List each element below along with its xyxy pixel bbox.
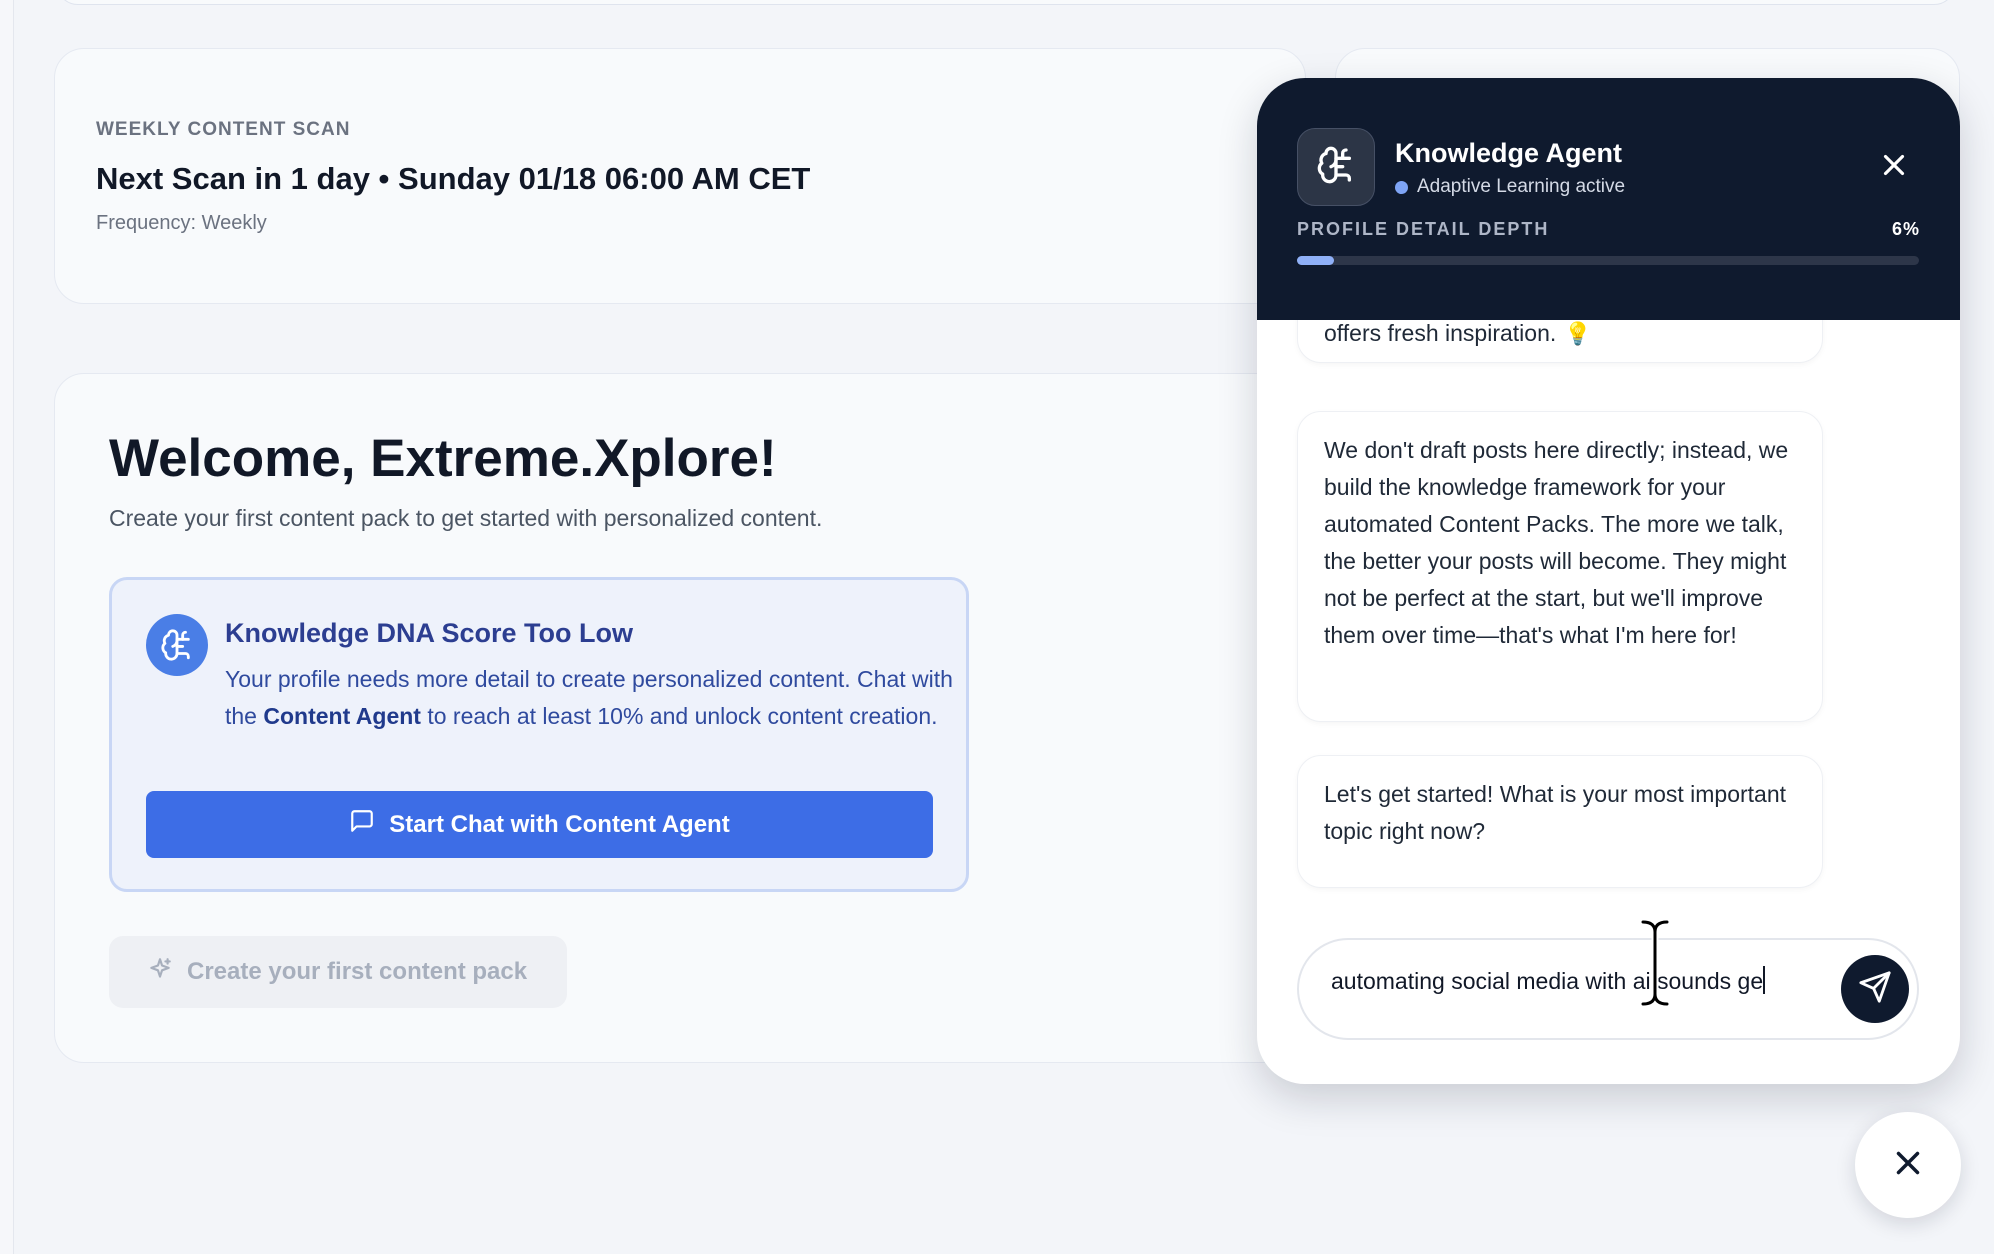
chat-input-field[interactable]: automating social media with ai sounds g… [1297,938,1919,1040]
chat-header: Knowledge Agent Adaptive Learning active… [1257,78,1960,320]
welcome-subtitle: Create your first content pack to get st… [109,505,823,531]
chat-message-text: offers fresh inspiration. [1324,320,1557,346]
scan-label: WEEKLY CONTENT SCAN [96,119,351,140]
agent-status: Adaptive Learning active [1395,176,1625,198]
create-content-pack-button[interactable]: Create your first content pack [109,936,567,1008]
welcome-card: Welcome, Extreme.Xplore! Create your fir… [54,373,1306,1063]
profile-depth-progress [1297,256,1919,265]
profile-depth-fill [1297,256,1335,265]
dna-text-part2: to reach at least 10% and unlock content… [420,703,938,729]
agent-name: Knowledge Agent [1395,138,1622,168]
sidebar-edge [0,0,14,1254]
start-chat-button[interactable]: Start Chat with Content Agent [146,791,933,858]
agent-avatar [1297,128,1375,206]
chat-message-text: We don't draft posts here directly; inst… [1324,437,1789,648]
close-chat-fab[interactable] [1855,1112,1961,1218]
brain-icon [146,614,208,676]
chat-input-text[interactable]: automating social media with ai sounds g… [1331,964,1811,998]
text-cursor-icon [1637,918,1673,1008]
status-dot-icon [1395,180,1408,194]
dna-alert-title: Knowledge DNA Score Too Low [225,618,634,648]
close-icon[interactable] [1877,148,1911,182]
dna-score-alert: Knowledge DNA Score Too Low Your profile… [109,577,969,892]
close-icon [1889,1144,1927,1187]
chat-message: We don't draft posts here directly; inst… [1297,411,1823,722]
dna-alert-text: Your profile needs more detail to create… [225,661,955,735]
chat-message-text: Let's get started! What is your most imp… [1324,781,1787,844]
chat-input-value: automating social media with ai sounds g… [1331,968,1764,994]
brain-icon [1316,145,1356,190]
scan-title: Next Scan in 1 day • Sunday 01/18 06:00 … [96,161,811,196]
send-button[interactable] [1841,955,1909,1023]
top-card-edge [56,0,1956,5]
weekly-scan-card: WEEKLY CONTENT SCAN Next Scan in 1 day •… [54,48,1306,304]
scan-frequency: Frequency: Weekly [96,212,267,234]
profile-depth-value: 6% [1891,219,1920,239]
send-icon [1858,970,1892,1009]
create-pack-label: Create your first content pack [187,958,528,985]
content-agent-emphasis: Content Agent [263,703,421,729]
knowledge-agent-chat-panel: offers fresh inspiration. 💡 We don't draf… [1257,78,1960,1084]
lightbulb-icon: 💡 [1564,321,1592,346]
start-chat-label: Start Chat with Content Agent [389,810,730,838]
message-square-icon [349,808,375,841]
profile-depth-label: PROFILE DETAIL DEPTH [1297,219,1550,239]
agent-status-text: Adaptive Learning active [1417,176,1626,197]
text-caret [1763,966,1766,994]
welcome-title: Welcome, Extreme.Xplore! [109,429,777,488]
chat-message: Let's get started! What is your most imp… [1297,755,1823,888]
sparkles-icon [147,956,173,989]
